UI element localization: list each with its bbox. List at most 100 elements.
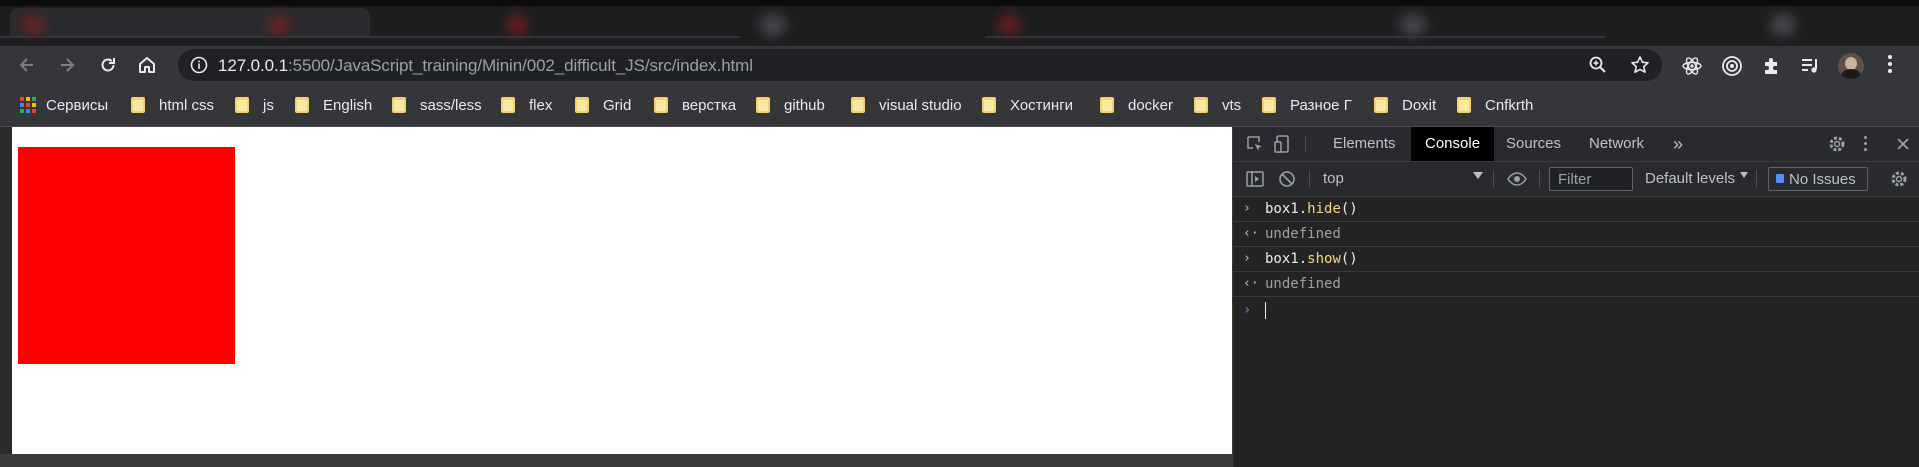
bookmark-star-icon[interactable] — [1630, 55, 1650, 75]
tab-favicon-icon — [760, 14, 786, 36]
console-result: undefined — [1265, 276, 1341, 292]
settings-gear-icon[interactable] — [1827, 134, 1847, 154]
apps-shortcut[interactable]: Сервисы — [20, 84, 108, 126]
reload-icon — [101, 58, 115, 72]
tab-console[interactable]: Console — [1411, 127, 1495, 161]
bookmark-label: Разное Г — [1290, 96, 1352, 114]
console-input-line: › box1.hide() — [1233, 197, 1919, 222]
command-method: hide — [1307, 201, 1341, 217]
live-expression-eye-icon[interactable] — [1507, 169, 1527, 189]
bookmark-label: sass/less — [420, 96, 482, 114]
folder-icon — [851, 97, 865, 113]
filter-input[interactable]: Filter — [1549, 167, 1633, 191]
issues-button[interactable]: No Issues — [1768, 167, 1868, 191]
page-viewport[interactable] — [12, 127, 1232, 454]
bookmark-folder[interactable]: js — [235, 84, 274, 126]
menu-dots-icon[interactable] — [1886, 52, 1894, 80]
bookmark-folder[interactable]: visual studio — [851, 84, 962, 126]
bookmark-folder[interactable]: flex — [501, 84, 552, 126]
tab-elements[interactable]: Elements — [1333, 127, 1396, 161]
console-result: undefined — [1265, 226, 1341, 242]
tab-underline — [985, 36, 1605, 38]
bookmark-label: vts — [1222, 96, 1242, 114]
bookmark-label: github — [784, 96, 825, 114]
filterbar-separator — [1756, 170, 1757, 188]
bookmark-folder[interactable]: sass/less — [392, 84, 482, 126]
address-bar[interactable]: 127.0.0.1:5500/JavaScript_training/Minin… — [178, 49, 1662, 81]
device-toolbar-icon[interactable] — [1273, 134, 1293, 154]
close-devtools-icon[interactable] — [1893, 134, 1913, 154]
viewport-bottom-edge — [0, 454, 1232, 467]
bookmark-folder[interactable]: Хостинги — [982, 84, 1073, 126]
forward-button[interactable] — [54, 52, 80, 78]
home-button[interactable] — [134, 52, 160, 78]
bookmark-folder[interactable]: Doxit — [1374, 84, 1436, 126]
bookmark-label: Cnfkrth — [1485, 96, 1534, 114]
folder-icon — [501, 97, 515, 113]
back-button[interactable] — [14, 52, 40, 78]
devtools-tabbar: Elements Console Sources Network » — [1233, 127, 1919, 162]
box1 — [18, 147, 235, 364]
log-levels-dropdown[interactable]: Default levels — [1645, 170, 1735, 187]
prompt-chevron-icon: › — [1243, 302, 1252, 318]
profile-avatar[interactable] — [1838, 53, 1864, 79]
bookmark-label: Doxit — [1402, 96, 1437, 114]
command-method: show — [1307, 251, 1341, 267]
folder-icon — [756, 97, 770, 113]
show-sidebar-icon[interactable] — [1245, 169, 1265, 189]
browser-toolbar: 127.0.0.1:5500/JavaScript_training/Minin… — [0, 46, 1919, 84]
bookmark-folder[interactable]: html css — [131, 84, 214, 126]
console-prompt[interactable]: › — [1233, 297, 1919, 323]
folder-icon — [392, 97, 406, 113]
reload-button[interactable] — [95, 52, 121, 78]
media-control-icon[interactable] — [1799, 55, 1821, 77]
console-settings-gear-icon[interactable] — [1889, 169, 1909, 189]
site-info-icon[interactable] — [190, 56, 208, 74]
tab-network[interactable]: Network — [1589, 127, 1644, 161]
bookmark-folder[interactable]: Разное Г — [1262, 84, 1352, 126]
tabbar-separator — [1305, 135, 1306, 153]
zoom-icon[interactable] — [1588, 55, 1608, 75]
apps-grid-icon — [20, 97, 36, 113]
tab-sources[interactable]: Sources — [1506, 127, 1561, 161]
bookmark-folder[interactable]: Grid — [575, 84, 631, 126]
devtools-menu-dots-icon[interactable] — [1861, 135, 1869, 155]
input-arrow-icon: › — [1243, 201, 1251, 216]
text-caret — [1265, 302, 1266, 319]
folder-icon — [982, 97, 996, 113]
folder-icon — [1194, 97, 1208, 113]
target-icon[interactable] — [1721, 55, 1743, 77]
result-arrow-icon: ‹· — [1243, 276, 1259, 291]
react-devtools-icon[interactable] — [1681, 55, 1703, 77]
url-path: :5500/JavaScript_training/Minin/002_diff… — [288, 56, 753, 75]
bookmark-label: верстка — [682, 96, 737, 114]
context-selector[interactable]: top — [1323, 170, 1344, 187]
bookmark-folder[interactable]: English — [295, 84, 372, 126]
folder-icon — [235, 97, 249, 113]
command-object: box1 — [1265, 201, 1299, 217]
bookmark-folder[interactable]: vts — [1194, 84, 1241, 126]
console-command: box1.show() — [1265, 251, 1358, 267]
filterbar-separator — [1493, 170, 1494, 188]
extensions-puzzle-icon[interactable] — [1761, 55, 1783, 77]
console-input-line: › box1.show() — [1233, 247, 1919, 272]
bookmark-folder[interactable]: github — [756, 84, 825, 126]
tab-favicon-icon — [1770, 14, 1796, 36]
console-output[interactable]: › box1.hide() ‹· undefined › box1.show()… — [1233, 197, 1919, 323]
console-result-line: ‹· undefined — [1233, 222, 1919, 247]
filterbar-separator — [1539, 170, 1540, 188]
tab-favicon-icon — [1400, 14, 1426, 36]
bookmark-folder[interactable]: Cnfkrth — [1457, 84, 1533, 126]
inspect-element-icon[interactable] — [1245, 134, 1265, 154]
more-tabs-icon[interactable]: » — [1673, 127, 1683, 161]
clear-console-icon[interactable] — [1277, 169, 1297, 189]
bookmark-label: docker — [1128, 96, 1174, 114]
tab-favicon-icon — [506, 14, 528, 36]
result-arrow-icon: ‹· — [1243, 226, 1259, 241]
bookmark-folder[interactable]: верстка — [654, 84, 736, 126]
bookmark-label: html css — [159, 96, 215, 114]
browser-tab[interactable] — [10, 8, 370, 38]
bookmark-folder[interactable]: docker — [1100, 84, 1173, 126]
tab-favicon-icon — [998, 14, 1020, 36]
url-text[interactable]: 127.0.0.1:5500/JavaScript_training/Minin… — [218, 56, 753, 76]
